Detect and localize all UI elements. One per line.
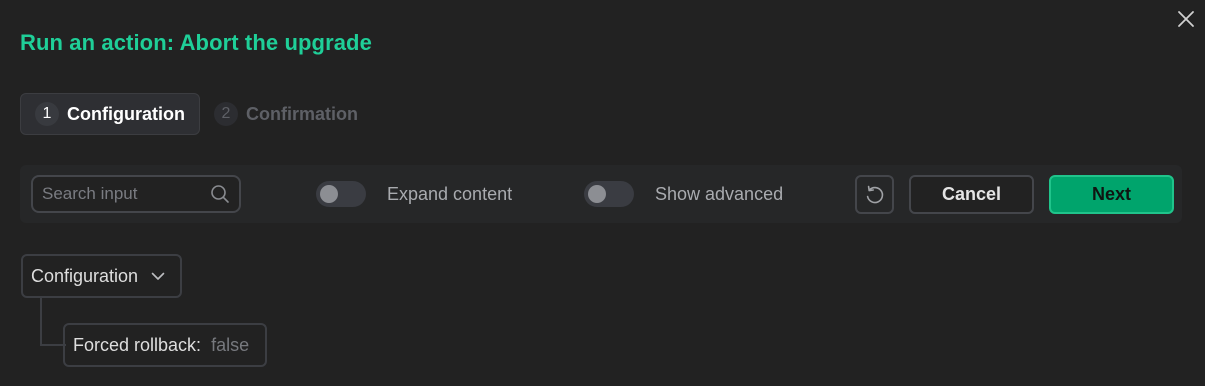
reset-button[interactable] bbox=[855, 175, 894, 214]
next-button[interactable]: Next bbox=[1049, 175, 1174, 214]
step-label: Confirmation bbox=[245, 103, 358, 124]
tree-node-configuration[interactable]: Configuration bbox=[21, 254, 183, 298]
search-box bbox=[31, 175, 241, 213]
expand-content-toggle[interactable] bbox=[316, 181, 366, 207]
search-icon[interactable] bbox=[209, 183, 231, 205]
dialog-title: Run an action: Abort the upgrade bbox=[20, 30, 372, 55]
tree-leaf-value: false bbox=[211, 334, 250, 355]
show-advanced-label: Show advanced bbox=[655, 183, 784, 204]
toggle-knob bbox=[588, 185, 606, 203]
tree-node-forced-rollback: Forced rollback: false bbox=[63, 323, 268, 367]
step-number: 2 bbox=[213, 102, 238, 126]
expand-content-toggle-group: Expand content bbox=[316, 181, 512, 207]
reset-icon bbox=[866, 185, 883, 203]
action-dialog: Run an action: Abort the upgrade 1 Confi… bbox=[0, 0, 1205, 386]
step-configuration[interactable]: 1 Configuration bbox=[20, 93, 200, 135]
step-number: 1 bbox=[35, 102, 59, 126]
step-confirmation[interactable]: 2 Confirmation bbox=[213, 93, 372, 135]
chevron-down-icon bbox=[151, 272, 165, 280]
show-advanced-toggle[interactable] bbox=[584, 181, 634, 207]
show-advanced-toggle-group: Show advanced bbox=[584, 181, 783, 207]
tree-leaf-key: Forced rollback: bbox=[73, 334, 202, 355]
expand-content-label: Expand content bbox=[387, 183, 513, 204]
tree-node-label: Configuration bbox=[31, 265, 139, 286]
cancel-button[interactable]: Cancel bbox=[909, 175, 1034, 214]
stepper: 1 Configuration 2 Confirmation bbox=[20, 93, 372, 135]
step-label: Configuration bbox=[67, 103, 185, 124]
toolbar: Expand content Show advanced Cancel Next bbox=[20, 165, 1182, 223]
search-input[interactable] bbox=[42, 184, 209, 204]
close-button[interactable] bbox=[1175, 8, 1197, 30]
toggle-knob bbox=[320, 185, 338, 203]
close-icon bbox=[1178, 11, 1194, 27]
